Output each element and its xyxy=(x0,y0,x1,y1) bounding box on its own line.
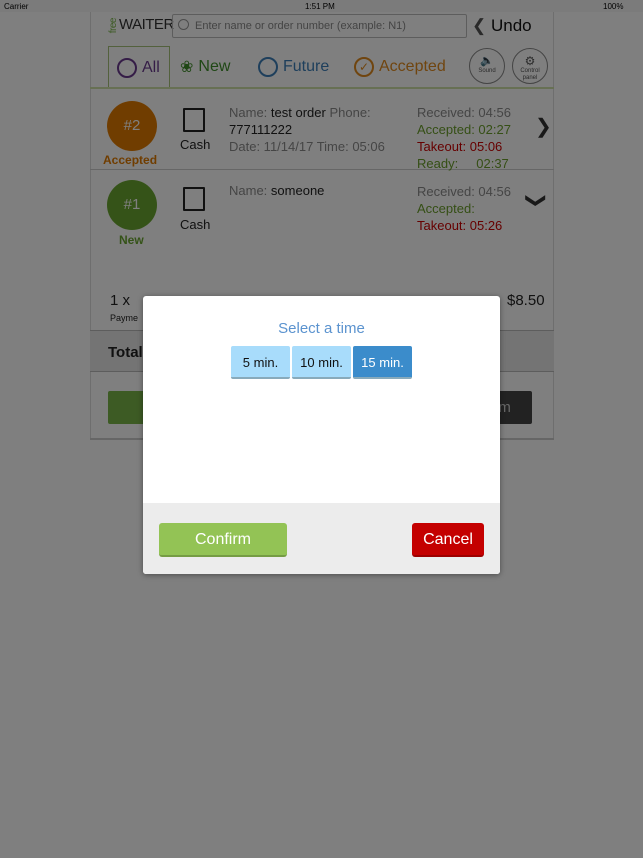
time-option-10[interactable]: 10 min. xyxy=(292,346,351,379)
select-time-dialog: Select a time 5 min. 10 min. 15 min. Con… xyxy=(143,296,500,574)
confirm-button[interactable]: Confirm xyxy=(159,523,287,557)
cancel-button[interactable]: Cancel xyxy=(412,523,484,557)
time-option-15[interactable]: 15 min. xyxy=(353,346,412,379)
time-option-5[interactable]: 5 min. xyxy=(231,346,290,379)
dialog-title: Select a time xyxy=(278,320,365,337)
dialog-footer: Confirm Cancel xyxy=(143,503,500,574)
